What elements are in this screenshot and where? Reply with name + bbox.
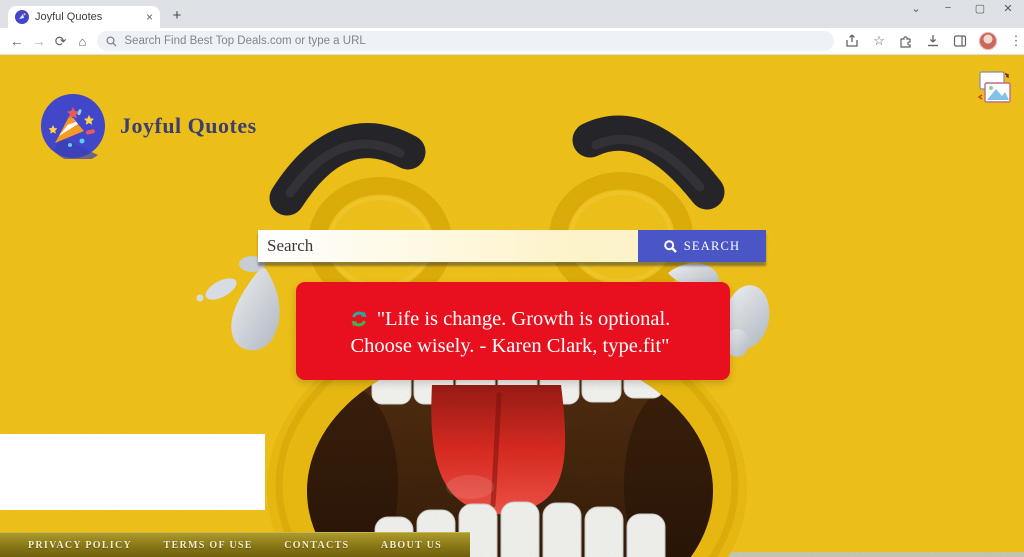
minimize-button[interactable]: − xyxy=(940,2,956,14)
site-search-button[interactable]: SEARCH xyxy=(638,230,766,262)
bookmark-star-icon[interactable]: ☆ xyxy=(871,33,887,49)
tab-close-icon[interactable]: × xyxy=(146,11,153,23)
browser-menu-icon[interactable]: ⋮ xyxy=(1008,33,1024,49)
browser-toolbar: ← → ⟳ ⌂ ☆ ⋮ xyxy=(0,28,1024,55)
extensions-icon[interactable] xyxy=(898,33,914,49)
downloads-icon[interactable] xyxy=(925,33,941,49)
forward-button[interactable]: → xyxy=(28,34,50,48)
footer-link-contacts[interactable]: CONTACTS xyxy=(284,540,349,551)
search-button-label: SEARCH xyxy=(683,238,741,253)
refresh-quote-icon[interactable] xyxy=(350,310,368,328)
tab-favicon xyxy=(15,10,29,24)
page-content: Joyful Quotes SEARCH xyxy=(0,55,1024,557)
toolbar-right-icons: ☆ ⋮ xyxy=(844,32,1024,50)
new-tab-button[interactable]: + xyxy=(168,7,186,25)
maximize-button[interactable]: ▢ xyxy=(972,2,988,15)
side-panel-icon[interactable] xyxy=(952,33,968,49)
footer-nav: PRIVACY POLICY TERMS OF USE CONTACTS ABO… xyxy=(0,532,470,557)
footer-link-about-us[interactable]: ABOUT US xyxy=(381,540,442,551)
browser-tab[interactable]: Joyful Quotes × xyxy=(8,6,160,28)
ad-placeholder xyxy=(0,434,265,510)
omnibox-search-icon xyxy=(106,35,117,46)
home-button[interactable]: ⌂ xyxy=(72,35,94,48)
change-background-icon[interactable] xyxy=(972,69,1012,109)
reload-button[interactable]: ⟳ xyxy=(50,34,72,48)
tab-search-icon[interactable]: ⌄ xyxy=(908,2,924,15)
page-title: Joyful Quotes xyxy=(120,113,257,138)
brand: Joyful Quotes xyxy=(40,93,257,159)
quote-line-2: Choose wisely. - Karen Clark, type.fit" xyxy=(350,335,670,357)
quote-box: "Life is change. Growth is optional. Cho… xyxy=(296,282,730,380)
window-close-button[interactable]: ✕ xyxy=(1000,2,1016,15)
site-search-bar: SEARCH xyxy=(258,230,766,262)
tab-title: Joyful Quotes xyxy=(35,11,103,23)
footer-link-privacy-policy[interactable]: PRIVACY POLICY xyxy=(28,540,132,551)
quote-line-1: "Life is change. Growth is optional. xyxy=(308,306,712,333)
browser-window: Joyful Quotes × + ⌄ − ▢ ✕ ← → ⟳ ⌂ ☆ xyxy=(0,0,1024,557)
back-button[interactable]: ← xyxy=(6,34,28,48)
share-icon[interactable] xyxy=(844,33,860,49)
address-input[interactable] xyxy=(117,31,835,51)
profile-avatar[interactable] xyxy=(979,32,998,50)
magnifier-icon xyxy=(663,239,677,253)
footer-link-terms-of-use[interactable]: TERMS OF USE xyxy=(164,540,253,551)
brand-logo[interactable] xyxy=(40,93,106,159)
site-search-input[interactable] xyxy=(258,230,638,262)
address-bar[interactable] xyxy=(97,31,835,51)
tab-strip: Joyful Quotes × + ⌄ − ▢ ✕ xyxy=(0,0,1024,28)
